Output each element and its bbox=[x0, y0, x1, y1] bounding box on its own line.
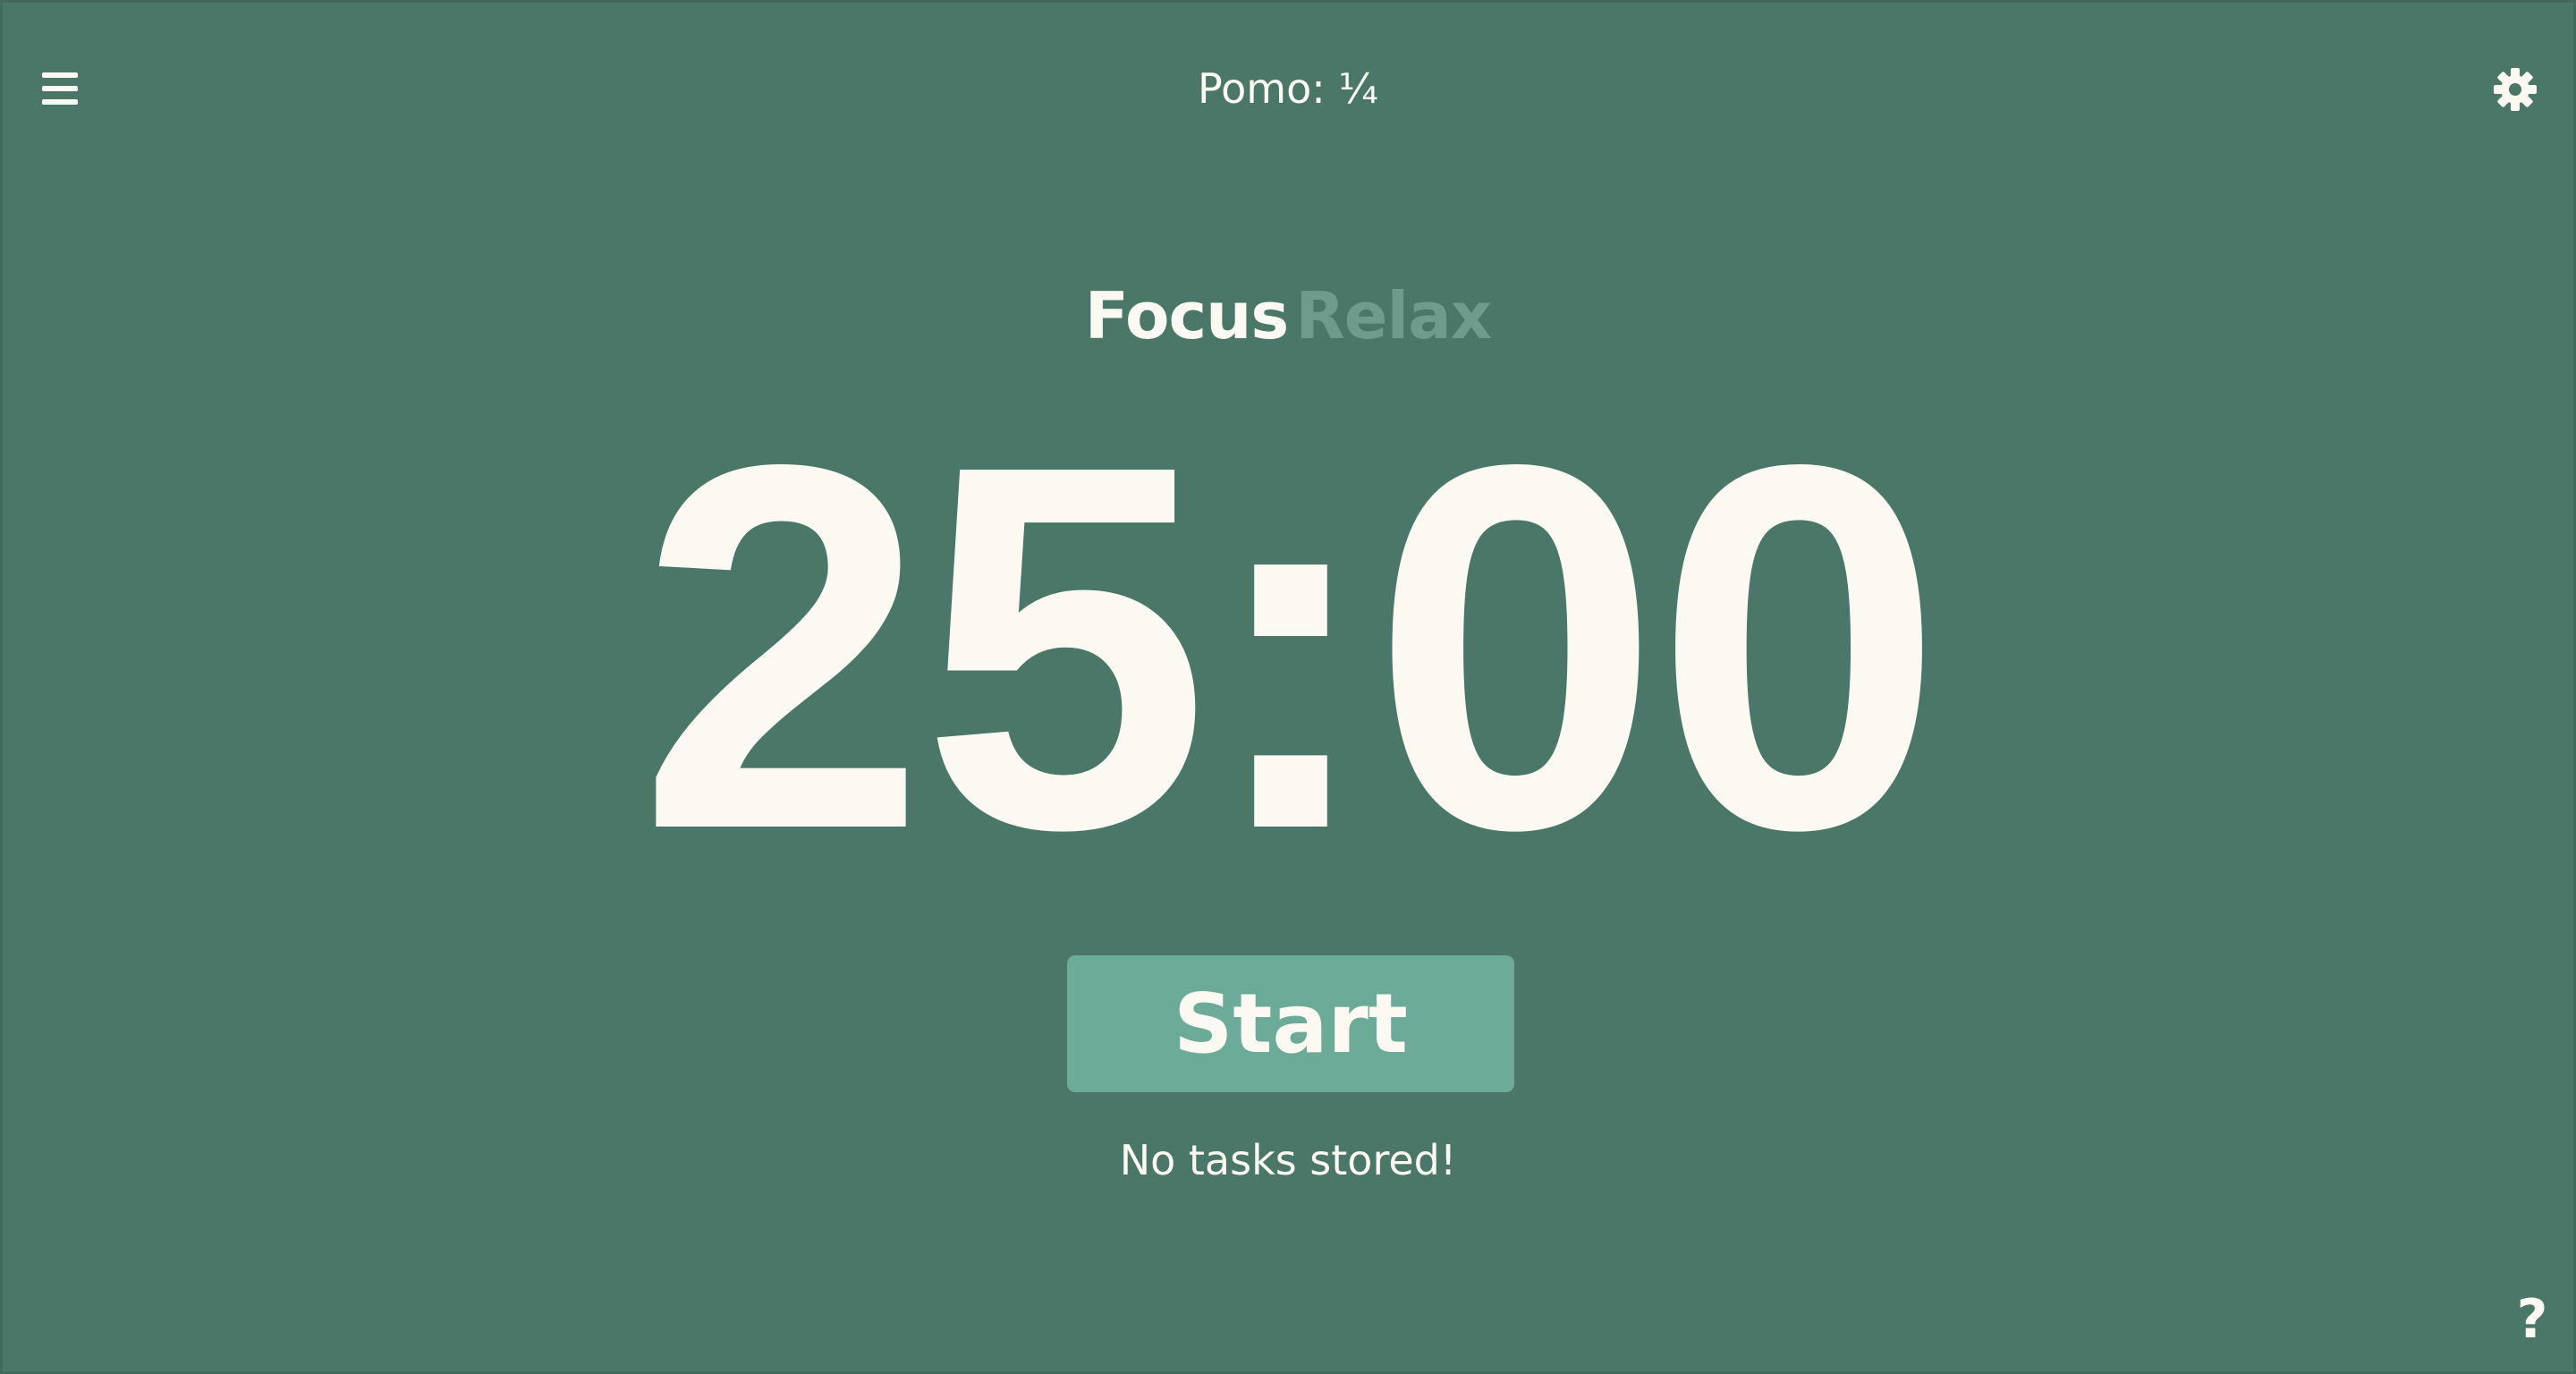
gear-icon-graphic bbox=[2494, 68, 2537, 111]
tasks-empty-message: No tasks stored! bbox=[1119, 1136, 1457, 1184]
help-icon[interactable]: ? bbox=[2514, 1291, 2550, 1348]
gear-icon[interactable] bbox=[2493, 67, 2538, 112]
pomo-counter: Pomo: ¼ bbox=[1198, 64, 1378, 113]
mode-tab-focus[interactable]: Focus bbox=[1085, 278, 1290, 353]
timer-display: 25:00 bbox=[638, 357, 1943, 937]
mode-tab-relax[interactable]: Relax bbox=[1295, 278, 1492, 353]
start-button[interactable]: Start bbox=[1067, 955, 1514, 1092]
mode-switch: Focus Relax bbox=[3, 271, 2573, 360]
app-window: Pomo: ¼ Focus Relax 25:00 Start No tasks … bbox=[0, 0, 2576, 1374]
